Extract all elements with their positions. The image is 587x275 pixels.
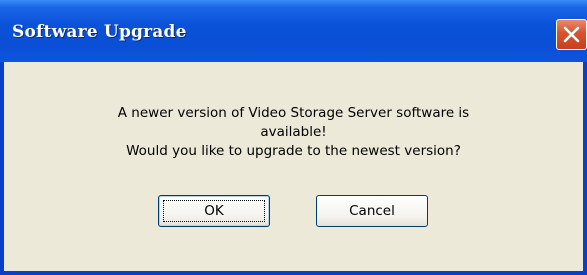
- dialog-body: A newer version of Video Storage Server …: [4, 62, 583, 271]
- cancel-button[interactable]: Cancel: [316, 195, 428, 227]
- close-icon: [563, 26, 580, 43]
- ok-button[interactable]: OK: [158, 195, 270, 227]
- title-bar[interactable]: Software Upgrade: [0, 0, 587, 62]
- dialog-window: Software Upgrade A newer version of Vide…: [0, 0, 587, 275]
- close-button[interactable]: [556, 19, 587, 50]
- message-line-1: A newer version of Video Storage Server …: [117, 105, 470, 121]
- window-title: Software Upgrade: [12, 22, 187, 42]
- dialog-message: A newer version of Video Storage Server …: [4, 104, 583, 161]
- message-line-3: Would you like to upgrade to the newest …: [126, 143, 461, 159]
- cancel-button-label: Cancel: [349, 203, 395, 219]
- message-line-2: available!: [260, 124, 327, 140]
- ok-button-label: OK: [204, 203, 224, 219]
